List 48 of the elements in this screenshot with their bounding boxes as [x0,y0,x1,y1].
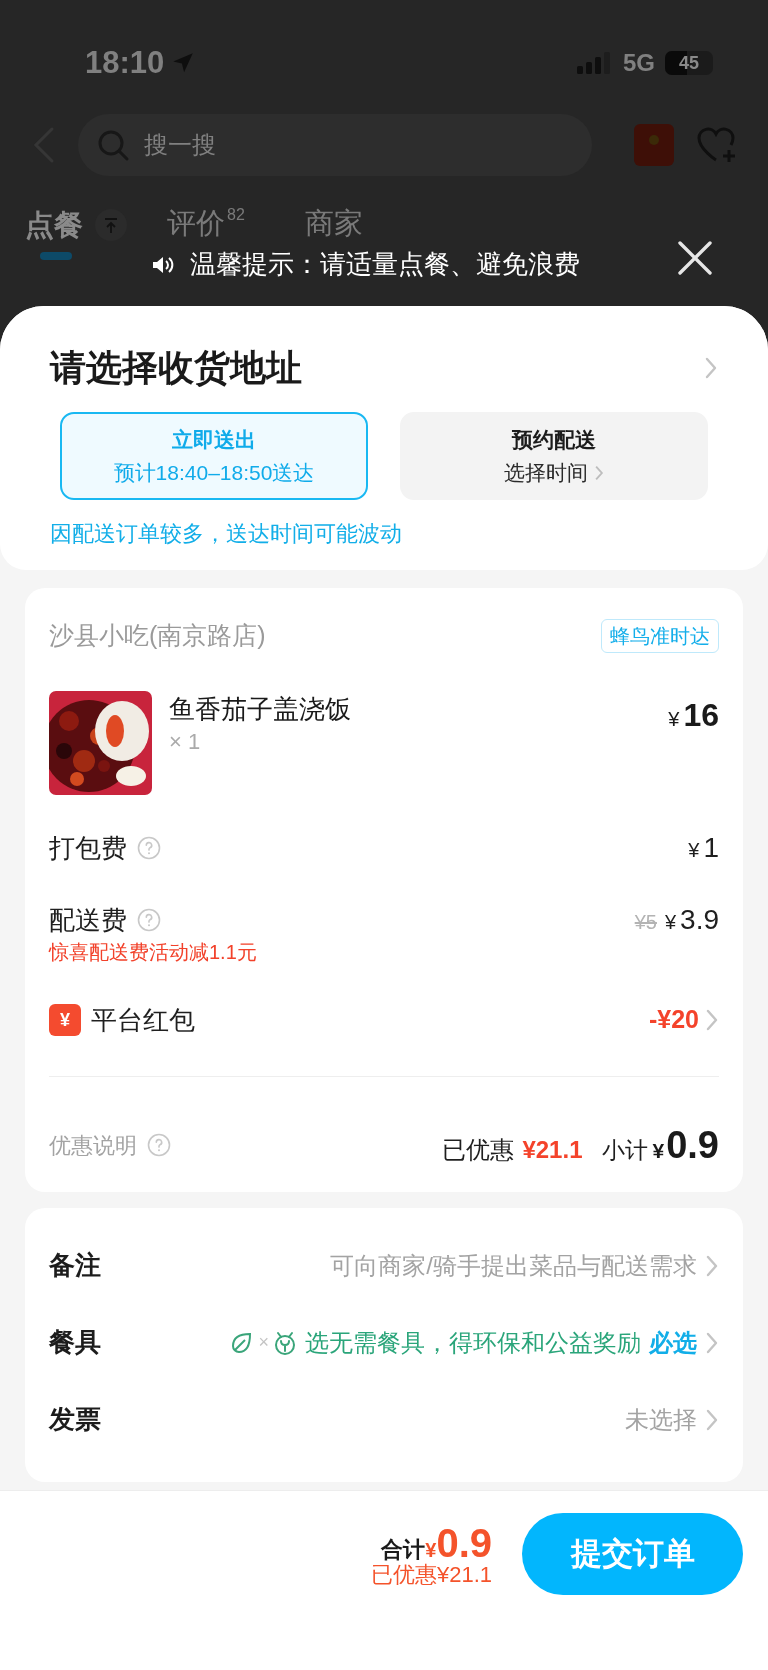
fee-label: 打包费 [49,831,127,865]
battery-indicator: 45 [665,51,713,75]
total-saved: 已优惠¥21.1 [370,1561,492,1589]
delivery-note: 因配送订单较多，送达时间可能波动 [50,522,403,546]
address-title[interactable]: 请选择收货地址 [50,341,302,395]
fee-amount: ¥3.9 [664,903,719,937]
option-row[interactable]: 发票 未选择 [49,1381,719,1458]
delivery-tag: 蜂鸟准时达 [601,619,719,653]
chevron-right-icon[interactable] [705,1407,719,1432]
tab[interactable]: 点餐 [25,200,83,262]
subtotal-label: 小计 [602,1135,649,1165]
delivery-option[interactable]: 预约配送 选择时间 [400,412,708,500]
status-time: 18:10 [85,43,165,82]
fee-amount: ¥1 [688,831,719,865]
notice-text: 温馨提示：请适量点餐、避免浪费 [190,248,580,281]
item-quantity: × 1 [169,728,202,756]
total-label: 合计 [381,1536,426,1563]
item-price: ¥16 [668,696,719,727]
close-icon[interactable] [677,240,713,276]
option-row[interactable]: 备注 可向商家/骑手提出菜品与配送需求 [49,1227,719,1304]
search-field[interactable]: 搜一搜 [78,114,592,176]
store-name: 沙县小吃(南京路店) [49,620,266,652]
subtotal-amount: ¥0.9 [652,1122,719,1168]
help-icon[interactable] [137,836,161,860]
discount-info-label: 优惠说明 [49,1131,137,1160]
option-row[interactable]: 餐具 × 选无需餐具，得环保和公益奖励 必选 [49,1304,719,1381]
network-label: 5G [623,48,655,78]
delivery-option[interactable]: 立即送出 预计18:40–18:50送达 [60,412,368,500]
help-icon[interactable] [147,1133,171,1157]
item-name: 鱼香茄子盖浇饭 [169,693,352,726]
chevron-right-icon[interactable] [704,356,718,380]
submit-order-button[interactable]: 提交订单 [522,1513,743,1595]
chevron-right-icon [594,463,604,482]
chevron-right-icon[interactable] [705,1330,719,1355]
sprout-icon [273,1329,297,1356]
saved-label: 已优惠 [442,1134,515,1165]
tab[interactable]: 商家 [304,203,363,245]
saved-amount: ¥21.1 [522,1134,583,1165]
signal-icon [577,52,613,74]
discount-note: 惊喜配送费活动减1.1元 [49,940,258,964]
coupon-icon: ¥ [49,1004,81,1036]
coupon-label: 平台红包 [91,1003,195,1037]
coupon-amount[interactable]: -¥20 [648,1001,699,1039]
chevron-right-icon[interactable] [705,1008,719,1032]
chevron-right-icon[interactable] [705,1253,719,1278]
help-icon[interactable] [137,908,161,932]
original-price: ¥5 [634,910,657,935]
fee-label: 配送费 [49,903,127,937]
